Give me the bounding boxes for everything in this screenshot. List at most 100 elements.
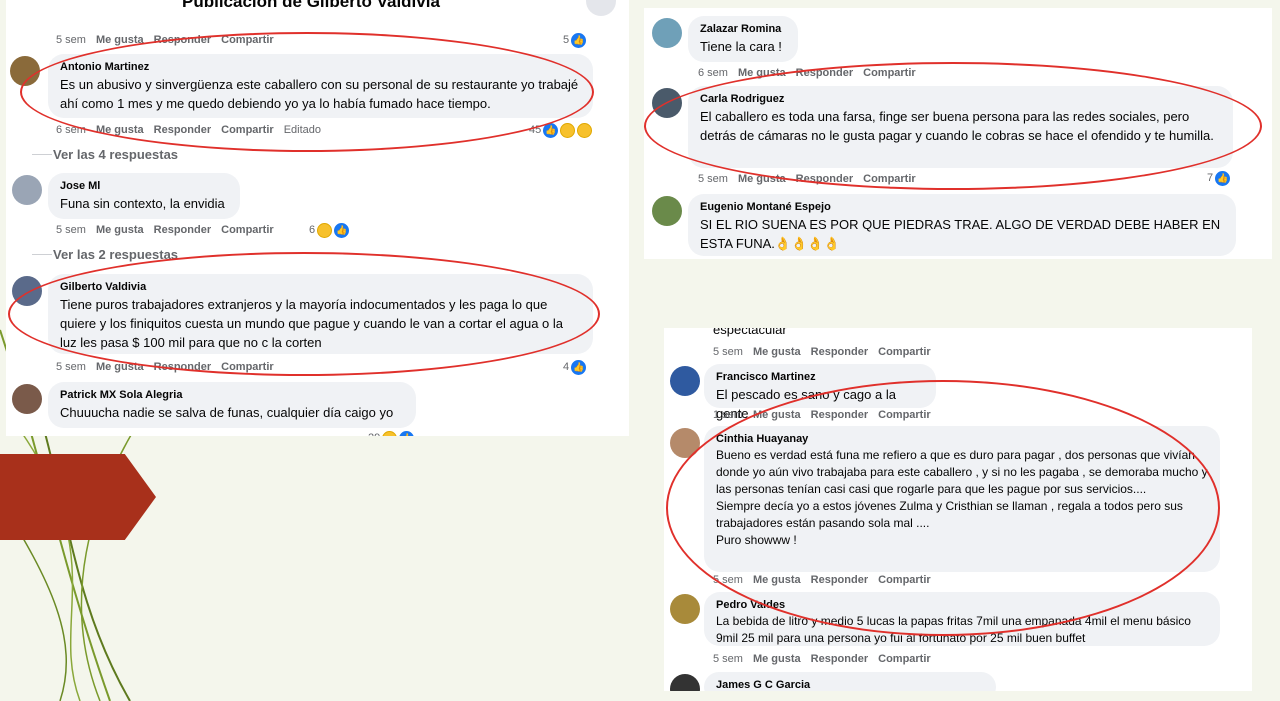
avatar[interactable] (12, 175, 42, 205)
comment-text: Puro showww ! (716, 533, 797, 547)
comment-author[interactable]: Jose Ml (60, 179, 228, 194)
comment-text: Es un abusivo y sinvergüenza este caball… (60, 77, 579, 111)
like-link[interactable]: Me gusta (96, 224, 144, 236)
comment-text: La bebida de litro y medio 5 lucas la pa… (716, 614, 1191, 645)
haha-icon (317, 222, 333, 238)
comment-author[interactable]: James G C Garcia (716, 678, 984, 691)
avatar[interactable] (670, 594, 700, 624)
like-link[interactable]: Me gusta (738, 173, 786, 185)
like-link[interactable]: Me gusta (96, 124, 144, 136)
comment-author[interactable]: Patrick MX Sola Alegria (60, 388, 404, 403)
comment-author[interactable]: Eugenio Montané Espejo (700, 200, 1224, 215)
like-icon: 👍 (1215, 170, 1231, 186)
reply-link[interactable]: Responder (796, 67, 853, 79)
like-link[interactable]: Me gusta (753, 409, 801, 421)
reaction-count: 6 👍 (309, 222, 350, 238)
reply-link[interactable]: Responder (811, 346, 868, 358)
comment-actions: 5 sem Me gusta Responder Compartir (56, 360, 284, 374)
comment-bubble: Antonio Martinez Es un abusivo y sinverg… (48, 54, 593, 118)
reaction-count: 29👍 (368, 430, 415, 436)
comment-text: El caballero es toda una farsa, finge se… (700, 109, 1214, 143)
reply-link[interactable]: Responder (811, 574, 868, 586)
comment-bubble: Gilberto Valdivia Tiene puros trabajador… (48, 274, 593, 354)
reply-link[interactable]: Responder (154, 34, 211, 46)
comment-author[interactable]: Carla Rodriguez (700, 92, 1221, 107)
timestamp: 6 sem (698, 67, 728, 79)
comment-author[interactable]: Francisco Martinez (716, 370, 924, 385)
comment-actions: 1 sem Me gusta Responder Compartir (713, 408, 941, 422)
timestamp: 5 sem (56, 361, 86, 373)
share-link[interactable]: Compartir (878, 653, 931, 665)
like-icon: 👍 (571, 359, 587, 375)
like-link[interactable]: Me gusta (96, 361, 144, 373)
avatar[interactable] (652, 196, 682, 226)
reply-link[interactable]: Responder (154, 224, 211, 236)
avatar[interactable] (652, 18, 682, 48)
share-link[interactable]: Compartir (221, 224, 274, 236)
comment-author[interactable]: Pedro Valdes (716, 598, 1208, 613)
timestamp: 5 sem (713, 574, 743, 586)
comment-bubble: James G C Garcia (704, 672, 996, 691)
ok-hand-emoji: 👌👌👌👌 (774, 236, 840, 251)
like-icon: 👍 (543, 122, 559, 138)
comment-actions: 6 sem Me gusta Responder Compartir (698, 66, 926, 80)
avatar[interactable] (12, 276, 42, 306)
share-link[interactable]: Compartir (863, 173, 916, 185)
like-link[interactable]: Me gusta (96, 34, 144, 46)
like-link[interactable]: Me gusta (753, 653, 801, 665)
comment-actions: 5 sem Me gusta Responder Compartir (56, 223, 284, 237)
comment-author[interactable]: Gilberto Valdivia (60, 280, 581, 295)
timestamp: 5 sem (698, 173, 728, 185)
share-link[interactable]: Compartir (863, 67, 916, 79)
reply-connector (32, 254, 52, 255)
comment-actions: 5 sem Me gusta Responder Compartir (713, 573, 941, 587)
comment-author[interactable]: Antonio Martinez (60, 60, 581, 75)
share-link[interactable]: Compartir (878, 574, 931, 586)
view-replies-link[interactable]: Ver las 2 respuestas (53, 247, 178, 262)
share-link[interactable]: Compartir (221, 124, 274, 136)
haha-icon (577, 122, 593, 138)
haha-icon (382, 430, 398, 436)
comment-text: SI EL RIO SUENA ES POR QUE PIEDRAS TRAE.… (700, 217, 1221, 251)
like-icon: 👍 (334, 222, 350, 238)
comment-text: Chuuucha nadie se salva de funas, cualqu… (60, 405, 394, 420)
like-link[interactable]: Me gusta (753, 346, 801, 358)
avatar[interactable] (10, 56, 40, 86)
reply-link[interactable]: Responder (796, 173, 853, 185)
avatar[interactable] (12, 384, 42, 414)
like-link[interactable]: Me gusta (753, 574, 801, 586)
reaction-count: 45 👍 (529, 122, 593, 138)
like-link[interactable]: Me gusta (738, 67, 786, 79)
share-link[interactable]: Compartir (878, 346, 931, 358)
avatar[interactable] (670, 366, 700, 396)
reply-link[interactable]: Responder (154, 361, 211, 373)
comment-author[interactable]: Cinthia Huayanay (716, 432, 1208, 447)
edited-label: Editado (283, 124, 321, 136)
comment-bubble: Eugenio Montané Espejo SI EL RIO SUENA E… (688, 194, 1236, 256)
wow-icon (560, 122, 576, 138)
comment-actions: 5 sem Me gusta Responder Compartir (713, 652, 941, 666)
comment-text: Tiene puros trabajadores extranjeros y l… (60, 297, 564, 350)
avatar[interactable] (670, 674, 700, 691)
timestamp: 5 sem (56, 224, 86, 236)
reply-connector (32, 154, 52, 155)
comments-panel-top-right: Zalazar Romina Tiene la cara ! 6 sem Me g… (644, 8, 1272, 259)
avatar[interactable] (652, 88, 682, 118)
comment-bubble: Cinthia Huayanay Bueno es verdad está fu… (704, 426, 1220, 572)
comment-author[interactable]: Zalazar Romina (700, 22, 786, 37)
reply-link[interactable]: Responder (154, 124, 211, 136)
comment-bubble: Carla Rodriguez El caballero es toda una… (688, 86, 1233, 168)
close-icon[interactable] (586, 0, 616, 16)
reply-link[interactable]: Responder (811, 653, 868, 665)
comment-actions: 5 sem Me gusta Responder Compartir (56, 33, 284, 47)
comment-bubble: Pedro Valdes La bebida de litro y medio … (704, 592, 1220, 646)
post-title: Publicación de Gilberto Valdivia (182, 0, 440, 11)
avatar[interactable] (670, 428, 700, 458)
share-link[interactable]: Compartir (221, 34, 274, 46)
share-link[interactable]: Compartir (878, 409, 931, 421)
view-replies-link[interactable]: Ver las 4 respuestas (53, 147, 178, 162)
reaction-count: 7 👍 (1207, 170, 1231, 186)
reply-link[interactable]: Responder (811, 409, 868, 421)
timestamp: 6 sem (56, 124, 86, 136)
share-link[interactable]: Compartir (221, 361, 274, 373)
